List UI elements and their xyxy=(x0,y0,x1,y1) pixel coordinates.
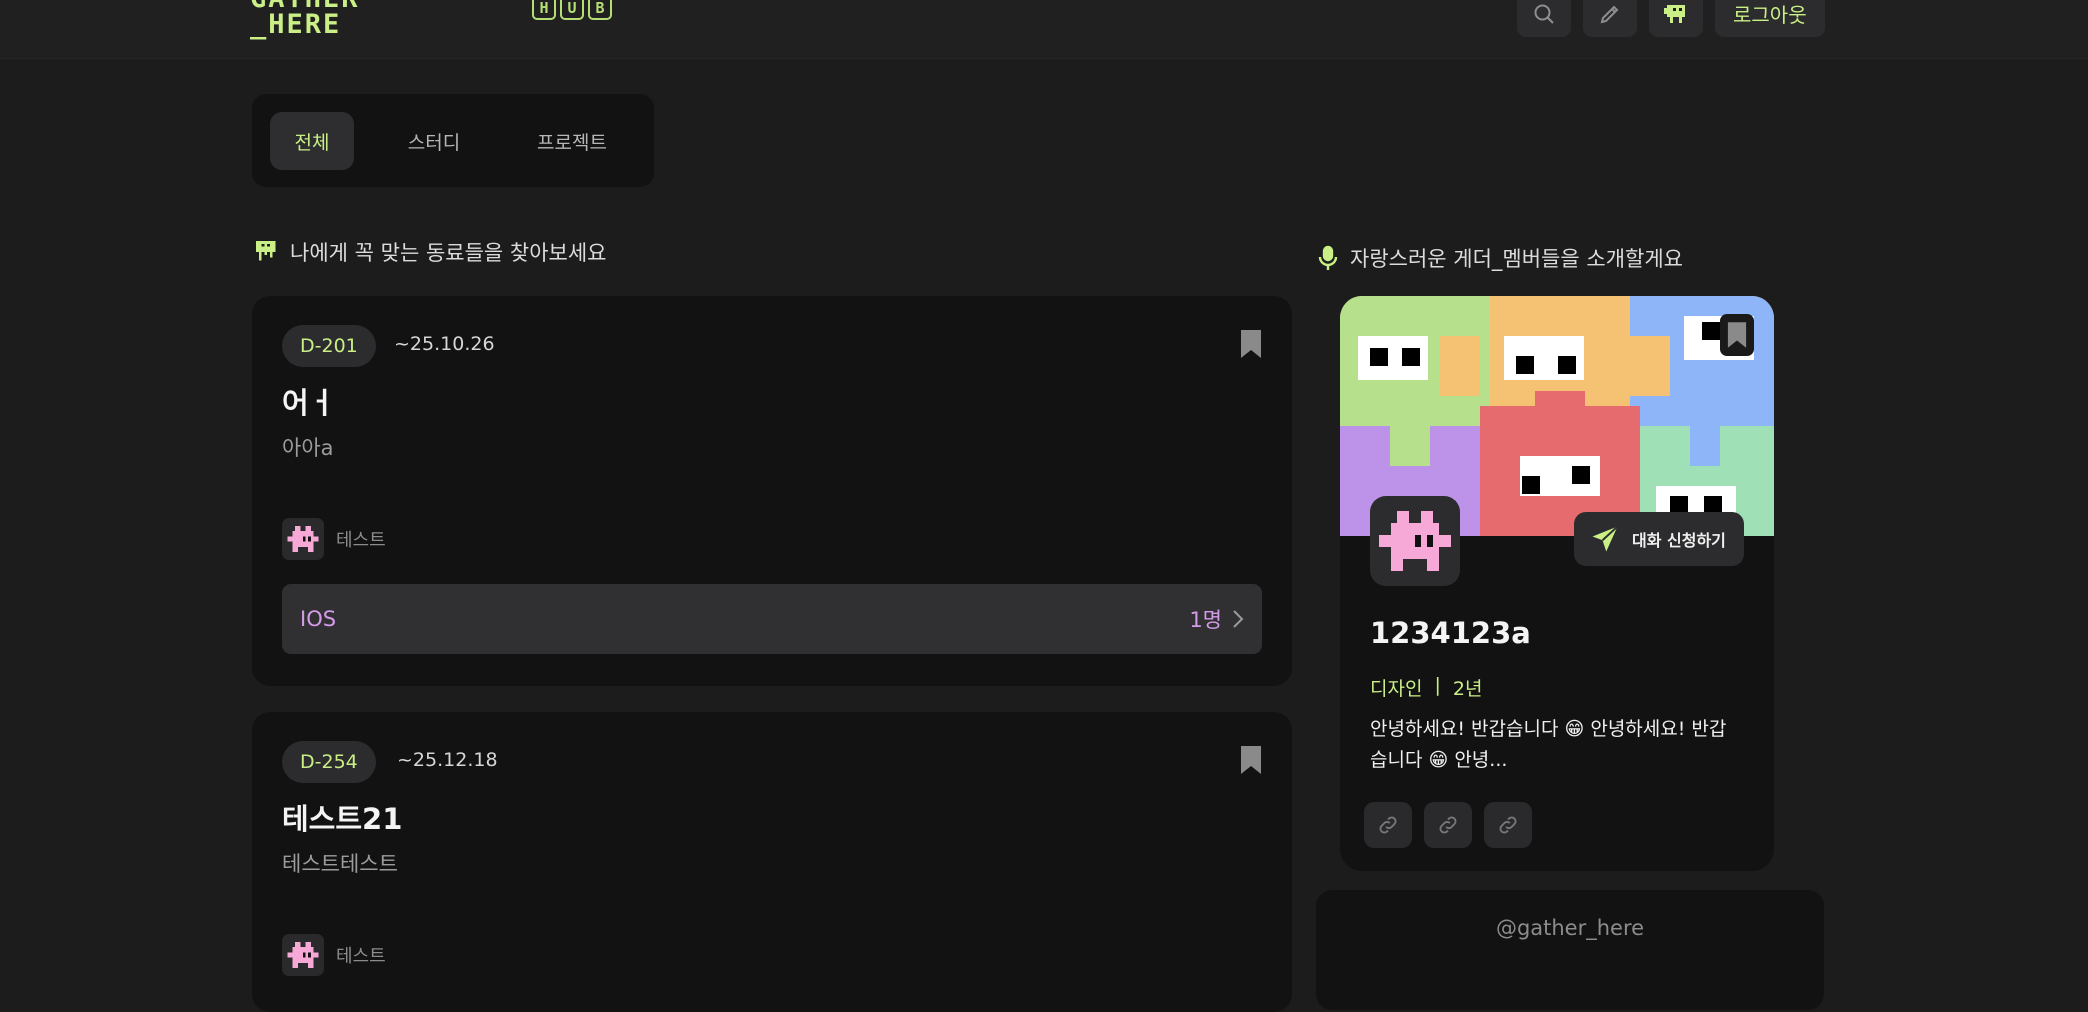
link-icon xyxy=(1379,816,1397,834)
deadline-date: ~25.10.26 xyxy=(394,333,495,355)
link-button[interactable] xyxy=(1484,802,1532,848)
left-section-heading: 나에게 꼭 맞는 동료들을 찾아보세요 xyxy=(256,237,607,267)
post-description: 아아a xyxy=(282,436,334,460)
member-job: 디자인 xyxy=(1370,678,1423,700)
logout-button[interactable]: 로그아웃 xyxy=(1715,0,1825,37)
author-name: 테스트 xyxy=(336,946,386,967)
pixel-monster-icon xyxy=(287,526,319,552)
deadline-date: ~25.12.18 xyxy=(397,749,498,771)
search-button[interactable] xyxy=(1517,0,1571,37)
search-icon xyxy=(1534,4,1554,24)
avatar xyxy=(282,518,324,560)
member-avatar xyxy=(1370,496,1460,586)
microphone-icon xyxy=(1318,245,1338,270)
role-recruit-bar[interactable]: IOS 1명 xyxy=(282,584,1262,654)
tab-all[interactable]: 전체 xyxy=(270,112,354,170)
pixel-character-icon xyxy=(1664,4,1685,23)
post-title: 테스트21 xyxy=(282,802,403,836)
section-title-text: 나에게 꼭 맞는 동료들을 찾아보세요 xyxy=(290,241,607,265)
member-name: 1234123a xyxy=(1370,616,1531,650)
section-title-text: 자랑스러운 게더_멤버들을 소개할게요 xyxy=(1350,247,1683,271)
link-icon xyxy=(1499,816,1517,834)
meta-separator: | xyxy=(1434,674,1441,696)
send-icon xyxy=(1592,525,1619,552)
pixel-character-icon xyxy=(256,241,276,261)
author-name: 테스트 xyxy=(336,530,386,551)
bookmark-icon[interactable] xyxy=(1240,329,1262,359)
member-intro: 안녕하세요! 반갑습니다 😁 안녕하세요! 반갑습니다 😁 안녕... xyxy=(1370,718,1727,771)
category-tabs: 전체 스터디 프로젝트 xyxy=(252,94,654,187)
bookmark-icon[interactable] xyxy=(1240,745,1262,775)
link-icon xyxy=(1439,816,1457,834)
post-card[interactable]: D-201 ~25.10.26 어ㅓ 아아a 테스트 IOS 1명 xyxy=(252,296,1292,686)
tab-study[interactable]: 스터디 xyxy=(384,112,484,170)
member-meta: 디자인 | 2년 xyxy=(1370,674,1482,701)
link-button[interactable] xyxy=(1424,802,1472,848)
dday-badge: D-201 xyxy=(282,325,376,367)
pixel-monster-icon xyxy=(1379,511,1451,571)
tab-project[interactable]: 프로젝트 xyxy=(512,112,632,170)
hub-letter: B xyxy=(588,0,612,20)
right-section-heading: 자랑스러운 게더_멤버들을 소개할게요 xyxy=(1318,243,1683,273)
hub-letter: U xyxy=(560,0,584,20)
link-button[interactable] xyxy=(1364,802,1412,848)
gather-here-logo[interactable]: GATHER _HERE xyxy=(250,0,470,40)
chat-request-label: 대화 신청하기 xyxy=(1632,531,1726,550)
footer-card: @gather_here xyxy=(1316,890,1824,1010)
post-description: 테스트테스트 xyxy=(282,852,398,876)
chat-request-button[interactable]: 대화 신청하기 xyxy=(1574,512,1744,566)
member-bookmark-button[interactable] xyxy=(1720,314,1754,356)
post-card[interactable]: D-254 ~25.12.18 테스트21 테스트테스트 테스트 xyxy=(252,712,1292,1012)
hub-letter: H xyxy=(532,0,556,20)
avatar xyxy=(282,934,324,976)
post-title: 어ㅓ xyxy=(282,386,336,420)
member-card[interactable]: 대화 신청하기 1234123a 디자인 | 2년 안녕하세요! 반갑습니다 😁… xyxy=(1340,296,1774,871)
hub-badge: H U B xyxy=(532,0,612,20)
footer-handle[interactable]: @gather_here xyxy=(1316,916,1824,940)
role-name: IOS xyxy=(300,607,337,631)
post-author[interactable]: 테스트 xyxy=(282,518,386,560)
bookmark-icon xyxy=(1727,322,1747,348)
chevron-right-icon xyxy=(1233,610,1244,628)
logo-text: GATHER _HERE xyxy=(250,0,358,40)
pencil-icon xyxy=(1600,5,1619,23)
dday-badge: D-254 xyxy=(282,741,376,783)
profile-button[interactable] xyxy=(1649,0,1703,37)
top-header: GATHER _HERE H U B 로그아웃 xyxy=(0,0,2088,59)
post-author[interactable]: 테스트 xyxy=(282,934,386,976)
write-button[interactable] xyxy=(1583,0,1637,37)
pixel-monster-icon xyxy=(287,942,319,968)
role-count: 1명 xyxy=(1189,608,1222,632)
member-years: 2년 xyxy=(1452,678,1483,700)
